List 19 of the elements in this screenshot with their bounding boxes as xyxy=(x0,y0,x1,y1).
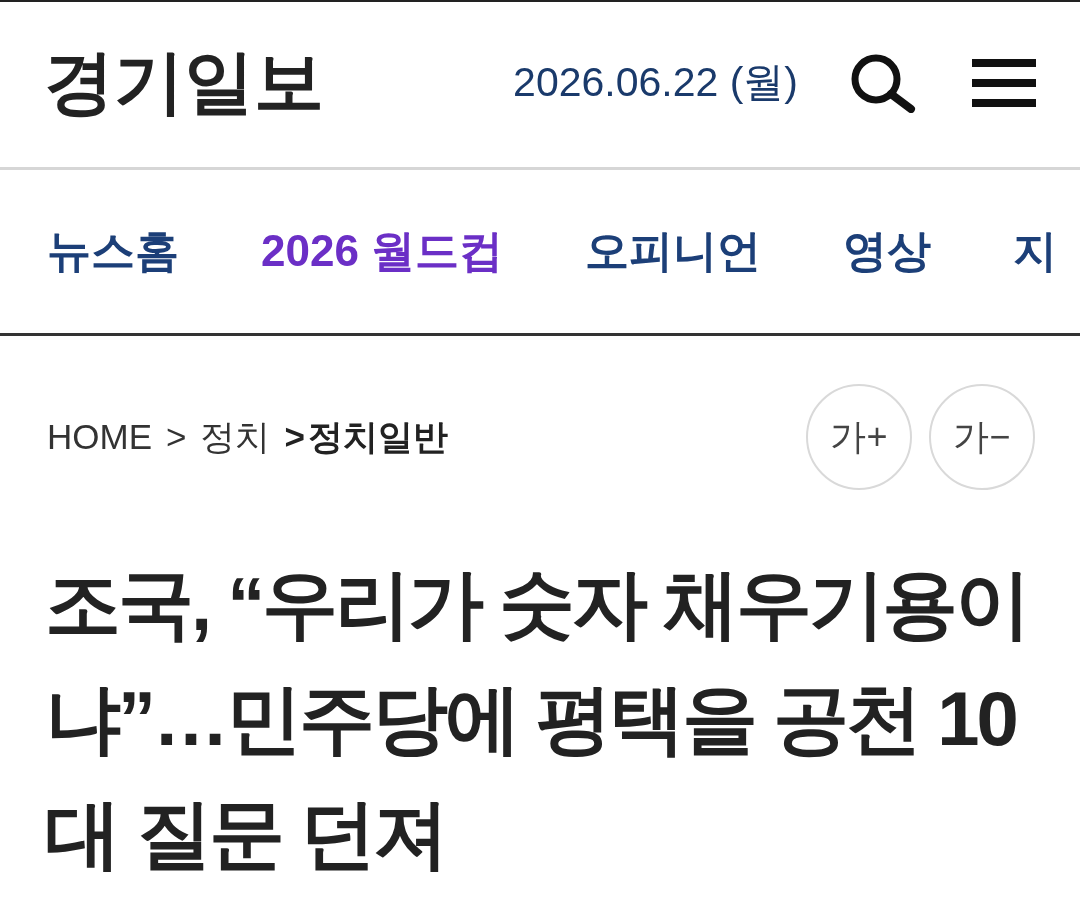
font-size-button[interactable]: 가− xyxy=(929,384,1035,490)
article-headline: 조국, “우리가 숫자 채우기용이냐”…민주당에 평택을 공천 10대 질문 던져 xyxy=(45,560,1030,878)
breadcrumb-separator: > xyxy=(166,417,187,457)
nav-tab[interactable]: 영상 xyxy=(843,225,932,278)
menu-button[interactable] xyxy=(972,58,1036,107)
date-text: 2026.06.22 (월) xyxy=(513,58,798,107)
search-button[interactable] xyxy=(850,52,916,113)
font-size-button[interactable]: 가+ xyxy=(806,384,912,490)
breadcrumb-link[interactable]: HOME xyxy=(47,417,152,457)
menu-icon xyxy=(972,58,1036,107)
logo[interactable]: 경기일보 xyxy=(44,44,324,121)
nav-tab[interactable]: 뉴스홈 xyxy=(47,225,179,278)
breadcrumb-link[interactable]: 정치일반 xyxy=(307,413,448,461)
search-icon xyxy=(850,52,916,113)
nav-tab[interactable]: 2026 월드컵 xyxy=(261,225,504,278)
breadcrumb-separator: > xyxy=(284,417,305,457)
nav-tab[interactable]: 지 xyxy=(1013,225,1058,278)
breadcrumb-link[interactable]: 정치 xyxy=(200,413,271,461)
nav-tab[interactable]: 오피니언 xyxy=(585,225,762,278)
